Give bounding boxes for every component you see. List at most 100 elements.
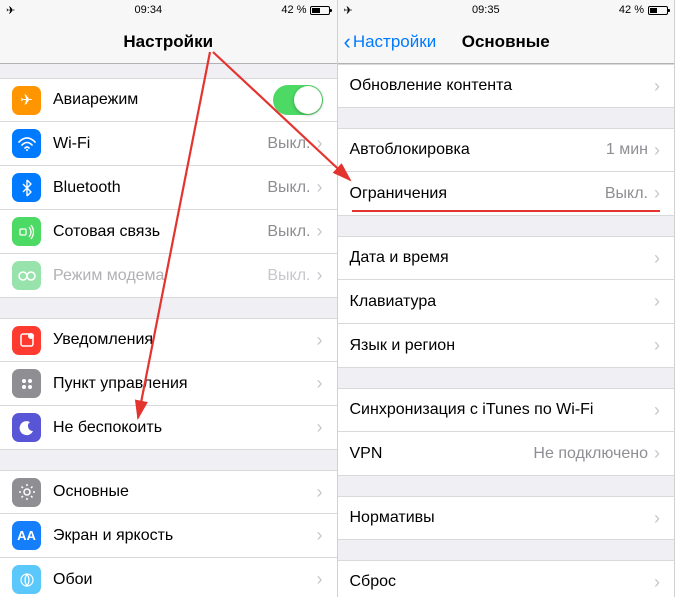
chevron-right-icon: › xyxy=(317,525,323,546)
row-label: Bluetooth xyxy=(53,179,267,197)
row-bluetooth[interactable]: Bluetooth Выкл. › xyxy=(0,166,337,210)
airplane-toggle[interactable] xyxy=(273,85,323,115)
row-value: Выкл. xyxy=(267,267,310,285)
status-bar: ✈ 09:35 42 % xyxy=(338,0,675,20)
chevron-right-icon: › xyxy=(654,291,660,312)
row-value: Выкл. xyxy=(267,223,310,241)
notifications-icon xyxy=(12,326,41,355)
back-label: Настройки xyxy=(353,32,436,52)
chevron-right-icon: › xyxy=(654,140,660,161)
row-autolock[interactable]: Автоблокировка 1 мин › xyxy=(338,128,675,172)
chevron-right-icon: › xyxy=(317,177,323,198)
row-restrictions[interactable]: Ограничения Выкл. › xyxy=(338,172,675,216)
page-title: Основные xyxy=(462,32,550,52)
row-label: Автоблокировка xyxy=(350,141,606,159)
row-datetime[interactable]: Дата и время › xyxy=(338,236,675,280)
chevron-right-icon: › xyxy=(317,373,323,394)
row-controlcenter[interactable]: Пункт управления › xyxy=(0,362,337,406)
phone-left: ✈ 09:34 42 % Настройки ✈ Авиарежим Wi-Fi… xyxy=(0,0,338,597)
row-label: Пункт управления xyxy=(53,375,317,393)
row-label: Экран и яркость xyxy=(53,527,317,545)
gear-icon xyxy=(12,478,41,507)
row-value: 1 мин xyxy=(606,141,648,159)
airplane-mode-icon: ✈ xyxy=(344,4,353,17)
row-label: Сброс xyxy=(350,573,655,591)
back-button[interactable]: ‹ Настройки xyxy=(344,31,437,53)
row-language[interactable]: Язык и регион › xyxy=(338,324,675,368)
row-label: Клавиатура xyxy=(350,293,655,311)
status-left: ✈ xyxy=(344,4,353,17)
row-label: Язык и регион xyxy=(350,337,655,355)
row-label: Обои xyxy=(53,571,317,589)
bluetooth-icon xyxy=(12,173,41,202)
annotation-underline xyxy=(352,210,661,212)
row-label: Wi-Fi xyxy=(53,135,267,153)
chevron-right-icon: › xyxy=(654,76,660,97)
chevron-right-icon: › xyxy=(317,569,323,590)
chevron-right-icon: › xyxy=(317,265,323,286)
row-display[interactable]: AA Экран и яркость › xyxy=(0,514,337,558)
status-bar: ✈ 09:34 42 % xyxy=(0,0,337,20)
chevron-right-icon: › xyxy=(317,482,323,503)
row-general[interactable]: Основные › xyxy=(0,470,337,514)
status-left: ✈ xyxy=(6,4,15,17)
chevron-right-icon: › xyxy=(654,400,660,421)
battery-icon xyxy=(310,6,330,15)
row-value: Выкл. xyxy=(605,185,648,203)
row-dnd[interactable]: Не беспокоить › xyxy=(0,406,337,450)
chevron-right-icon: › xyxy=(317,133,323,154)
airplane-mode-icon: ✈ xyxy=(6,4,15,17)
cellular-icon xyxy=(12,217,41,246)
row-keyboard[interactable]: Клавиатура › xyxy=(338,280,675,324)
row-airplane[interactable]: ✈ Авиарежим xyxy=(0,78,337,122)
row-wallpaper[interactable]: Обои › xyxy=(0,558,337,597)
row-label: Сотовая связь xyxy=(53,223,267,241)
settings-list[interactable]: ✈ Авиарежим Wi-Fi Выкл. › Bluetooth Выкл… xyxy=(0,64,337,597)
status-right: 42 % xyxy=(281,4,330,16)
row-wifi[interactable]: Wi-Fi Выкл. › xyxy=(0,122,337,166)
row-value: Выкл. xyxy=(267,179,310,197)
chevron-right-icon: › xyxy=(654,335,660,356)
row-notifications[interactable]: Уведомления › xyxy=(0,318,337,362)
general-list[interactable]: Обновление контента › Автоблокировка 1 м… xyxy=(338,64,675,597)
status-right: 42 % xyxy=(619,4,668,16)
chevron-left-icon: ‹ xyxy=(344,31,351,53)
nav-bar: ‹ Настройки Основные xyxy=(338,20,675,64)
row-itunes-sync[interactable]: Синхронизация с iTunes по Wi-Fi › xyxy=(338,388,675,432)
chevron-right-icon: › xyxy=(654,183,660,204)
row-label: Основные xyxy=(53,483,317,501)
row-label: Уведомления xyxy=(53,331,317,349)
row-label: Обновление контента xyxy=(350,77,655,95)
row-label: Режим модема xyxy=(53,267,267,285)
chevron-right-icon: › xyxy=(654,508,660,529)
row-label: VPN xyxy=(350,445,534,463)
chevron-right-icon: › xyxy=(317,417,323,438)
battery-percent: 42 % xyxy=(281,4,306,16)
row-label: Синхронизация с iTunes по Wi-Fi xyxy=(350,401,655,419)
row-reset[interactable]: Сброс › xyxy=(338,560,675,597)
phone-right: ✈ 09:35 42 % ‹ Настройки Основные Обновл… xyxy=(338,0,675,597)
wallpaper-icon xyxy=(12,565,41,594)
battery-percent: 42 % xyxy=(619,4,644,16)
display-icon: AA xyxy=(12,521,41,550)
row-label: Нормативы xyxy=(350,509,655,527)
dnd-icon xyxy=(12,413,41,442)
row-value: Не подключено xyxy=(533,445,648,463)
battery-icon xyxy=(648,6,668,15)
chevron-right-icon: › xyxy=(654,248,660,269)
row-label: Дата и время xyxy=(350,249,655,267)
row-contentupdate[interactable]: Обновление контента › xyxy=(338,64,675,108)
status-time: 09:35 xyxy=(472,4,500,16)
chevron-right-icon: › xyxy=(317,221,323,242)
nav-bar: Настройки xyxy=(0,20,337,64)
row-hotspot: Режим модема Выкл. › xyxy=(0,254,337,298)
row-label: Не беспокоить xyxy=(53,419,317,437)
row-label: Авиарежим xyxy=(53,91,273,109)
row-vpn[interactable]: VPN Не подключено › xyxy=(338,432,675,476)
wifi-icon xyxy=(12,129,41,158)
hotspot-icon xyxy=(12,261,41,290)
row-regulatory[interactable]: Нормативы › xyxy=(338,496,675,540)
row-value: Выкл. xyxy=(267,135,310,153)
chevron-right-icon: › xyxy=(317,330,323,351)
row-cellular[interactable]: Сотовая связь Выкл. › xyxy=(0,210,337,254)
